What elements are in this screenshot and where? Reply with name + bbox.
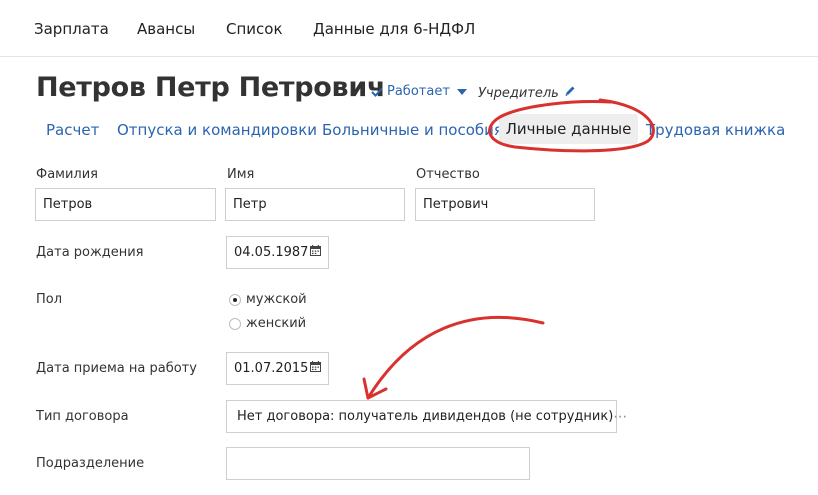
more-options-icon[interactable]: ⋯	[613, 409, 628, 425]
patronymic-label: Отчество	[416, 167, 480, 182]
gender-male-label: мужской	[246, 292, 307, 307]
first-name-input[interactable]: Петр	[225, 188, 405, 221]
nav-list[interactable]: Список	[226, 20, 283, 38]
employee-name: Петров Петр Петрович	[36, 72, 386, 103]
tab-employment-book[interactable]: Трудовая книжка	[646, 121, 785, 139]
gender-male-radio[interactable]: мужской	[229, 292, 307, 307]
hire-date-value: 01.07.2015	[234, 361, 309, 376]
radio-checked-icon	[229, 293, 241, 306]
pencil-icon[interactable]	[564, 85, 576, 101]
top-nav: Зарплата Авансы Список Данные для 6-НДФЛ	[0, 0, 818, 57]
birth-date-label: Дата рождения	[36, 245, 144, 260]
tab-sick-leave[interactable]: Больничные и пособия	[322, 121, 503, 139]
caret-down-icon	[456, 88, 467, 95]
role-label-container[interactable]: Учредитель	[478, 85, 576, 101]
first-name-label: Имя	[227, 167, 255, 182]
calendar-icon[interactable]	[310, 361, 321, 376]
radio-unchecked-icon	[229, 317, 241, 330]
contract-type-value: Нет договора: получатель дивидендов (не …	[237, 409, 614, 424]
nav-advances[interactable]: Авансы	[137, 20, 195, 38]
patronymic-input[interactable]: Петрович	[415, 188, 595, 221]
department-input[interactable]	[226, 447, 530, 480]
tab-vacations[interactable]: Отпуска и командировки	[117, 121, 317, 139]
last-name-label: Фамилия	[36, 167, 98, 182]
gender-female-radio[interactable]: женский	[229, 316, 306, 331]
nav-6ndfl[interactable]: Данные для 6-НДФЛ	[313, 20, 475, 38]
birth-date-value: 04.05.1987	[234, 245, 309, 260]
calendar-icon[interactable]	[310, 245, 321, 260]
hire-date-label: Дата приема на работу	[36, 361, 197, 376]
birth-date-input[interactable]: 04.05.1987	[226, 236, 329, 269]
tab-personal-data[interactable]: Личные данные	[499, 114, 638, 144]
nav-salary[interactable]: Зарплата	[34, 20, 109, 38]
status-dropdown[interactable]: Работает	[371, 84, 467, 99]
contract-type-select[interactable]: Нет договора: получатель дивидендов (не …	[226, 400, 627, 433]
gender-label: Пол	[36, 292, 63, 307]
department-label: Подразделение	[36, 456, 145, 471]
gender-female-label: женский	[246, 316, 307, 331]
tab-calculation[interactable]: Расчет	[46, 121, 99, 139]
annotation-arrow	[362, 315, 545, 400]
check-icon	[371, 87, 383, 97]
role-label: Учредитель	[478, 85, 559, 101]
hire-date-input[interactable]: 01.07.2015	[226, 352, 329, 385]
contract-type-label: Тип договора	[36, 409, 129, 424]
last-name-input[interactable]: Петров	[35, 188, 216, 221]
status-label: Работает	[387, 84, 450, 99]
